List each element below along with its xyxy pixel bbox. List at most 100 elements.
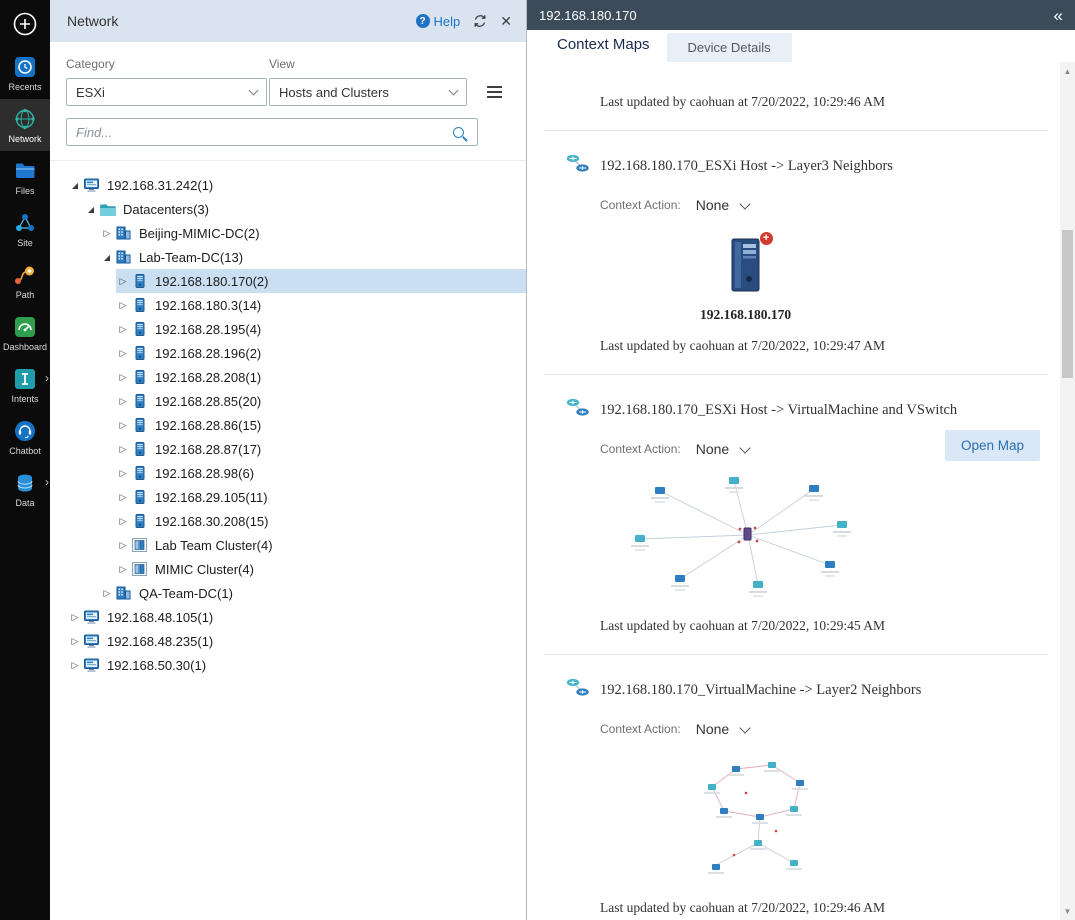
- expand-toggle-icon[interactable]: ▷: [116, 492, 130, 503]
- tree-node[interactable]: ▷192.168.28.87(17): [50, 437, 526, 461]
- collapse-toggle-icon[interactable]: ◢: [84, 205, 98, 214]
- menu-icon[interactable]: [487, 86, 502, 98]
- expand-toggle-icon[interactable]: ▷: [116, 564, 130, 575]
- tree-node[interactable]: ▷ 192.168.28.208(1): [50, 365, 526, 389]
- rail-item-intents[interactable]: Intents›: [0, 359, 50, 411]
- tree-node[interactable]: ▷ 192.168.180.3(14): [50, 293, 526, 317]
- find-input[interactable]: [76, 125, 453, 140]
- expand-toggle-icon[interactable]: ▷: [68, 636, 82, 647]
- collapse-toggle-icon[interactable]: ◢: [68, 181, 82, 190]
- help-link[interactable]: ? Help: [416, 14, 461, 29]
- expand-toggle-icon[interactable]: ▷: [116, 444, 130, 455]
- data-icon: [14, 471, 36, 495]
- rail-item-dashboard[interactable]: Dashboard: [0, 307, 50, 359]
- help-icon: ?: [416, 14, 430, 28]
- tree-node[interactable]: ▷ 192.168.28.86(15): [50, 413, 526, 437]
- last-updated-text: Last updated by caohuan at 7/20/2022, 10…: [600, 338, 1060, 354]
- tree-node-label: 192.168.28.86(15): [155, 418, 261, 433]
- rail-item-site[interactable]: Site: [0, 203, 50, 255]
- tree-node[interactable]: ▷192.168.28.195(4): [50, 317, 526, 341]
- scroll-down-icon[interactable]: ▼: [1060, 904, 1075, 918]
- rail-item-network[interactable]: Network: [0, 99, 50, 151]
- tree-node[interactable]: ◢Lab-Team-DC(13): [50, 245, 526, 269]
- rail-item-path[interactable]: Path: [0, 255, 50, 307]
- expand-toggle-icon[interactable]: ▷: [116, 300, 130, 311]
- rail-item-new[interactable]: [0, 0, 50, 47]
- context-action-label: Context Action:: [600, 722, 681, 736]
- tree-node[interactable]: ▷192.168.28.85(20): [50, 389, 526, 413]
- expand-toggle-icon[interactable]: ▷: [116, 516, 130, 527]
- search-icon[interactable]: [453, 127, 464, 138]
- chevron-down-icon[interactable]: [740, 722, 751, 733]
- site-icon: [14, 211, 36, 235]
- last-updated-text: Last updated by caohuan at 7/20/2022, 10…: [600, 900, 1060, 916]
- tree-node[interactable]: ▷192.168.180.170(2): [50, 269, 526, 293]
- tree-node[interactable]: ▷ 192.168.29.105(11): [50, 485, 526, 509]
- expand-toggle-icon[interactable]: ▷: [116, 540, 130, 551]
- vertical-scrollbar[interactable]: ▲ ▼: [1060, 62, 1075, 920]
- view-value: Hosts and Clusters: [279, 85, 389, 100]
- cluster-icon: [130, 562, 149, 576]
- context-maps-scroll: Last updated by caohuan at 7/20/2022, 10…: [527, 62, 1060, 920]
- expand-toggle-icon[interactable]: ▷: [100, 588, 114, 599]
- dashboard-icon: [14, 315, 36, 339]
- scroll-up-icon[interactable]: ▲: [1060, 64, 1075, 78]
- tab-context-maps[interactable]: Context Maps: [540, 36, 667, 62]
- tree-node[interactable]: ▷ MIMIC Cluster(4): [50, 557, 526, 581]
- close-icon[interactable]: ✕: [500, 13, 512, 30]
- expand-toggle-icon[interactable]: ▷: [116, 348, 130, 359]
- tree-node-label: 192.168.29.105(11): [155, 490, 268, 505]
- expand-toggle-icon[interactable]: ▷: [100, 228, 114, 239]
- map-thumbnail[interactable]: [636, 751, 1060, 886]
- rail-item-recents[interactable]: Recents: [0, 47, 50, 99]
- rail-item-chatbot[interactable]: Chatbot: [0, 411, 50, 463]
- host-icon: [130, 514, 149, 528]
- expand-toggle-icon[interactable]: ▷: [116, 420, 130, 431]
- context-map-card: 192.168.180.170_ESXi Host -> Layer3 Neig…: [545, 131, 1060, 354]
- view-select[interactable]: Hosts and Clusters: [269, 78, 467, 106]
- context-action-value[interactable]: None: [696, 197, 729, 213]
- datacenter-icon: [114, 250, 133, 264]
- chevron-down-icon[interactable]: [740, 198, 751, 209]
- expand-toggle-icon[interactable]: ▷: [116, 396, 130, 407]
- map-title: 192.168.180.170_VirtualMachine -> Layer2…: [600, 682, 1060, 699]
- tree-node[interactable]: ▷QA-Team-DC(1): [50, 581, 526, 605]
- tab-device-details[interactable]: Device Details: [667, 33, 792, 62]
- tree-node-label: MIMIC Cluster(4): [155, 562, 254, 577]
- tree-node[interactable]: ◢192.168.31.242(1): [50, 173, 526, 197]
- tree-node[interactable]: ▷Lab Team Cluster(4): [50, 533, 526, 557]
- collapse-toggle-icon[interactable]: ◢: [100, 253, 114, 262]
- scrollbar-thumb[interactable]: [1062, 230, 1073, 378]
- expand-toggle-icon[interactable]: ▷: [116, 372, 130, 383]
- collapse-panel-icon[interactable]: «: [1054, 7, 1063, 24]
- tree-node[interactable]: ▷192.168.28.196(2): [50, 341, 526, 365]
- tree-node[interactable]: ▷192.168.30.208(15): [50, 509, 526, 533]
- vcenter-icon: [82, 610, 101, 625]
- rail-item-files[interactable]: Files: [0, 151, 50, 203]
- refresh-icon[interactable]: [473, 14, 487, 28]
- recents-icon: [14, 55, 36, 79]
- tree-node-label: 192.168.28.208(1): [155, 370, 261, 385]
- expand-toggle-icon[interactable]: ▷: [116, 324, 130, 335]
- expand-toggle-icon[interactable]: ▷: [116, 468, 130, 479]
- tree-node[interactable]: ▷192.168.50.30(1): [50, 653, 526, 677]
- rail-item-data[interactable]: Data›: [0, 463, 50, 515]
- expand-toggle-icon[interactable]: ▷: [68, 612, 82, 623]
- map-thumbnail[interactable]: [608, 471, 1060, 604]
- tree-node-label: 192.168.180.3(14): [155, 298, 261, 313]
- open-map-button[interactable]: Open Map: [945, 430, 1040, 461]
- tree-node[interactable]: ▷Beijing-MIMIC-DC(2): [50, 221, 526, 245]
- expand-toggle-icon[interactable]: ▷: [116, 276, 130, 287]
- context-action-value[interactable]: None: [696, 441, 729, 457]
- map-thumbnail[interactable]: +192.168.180.170: [700, 227, 791, 323]
- context-action-value[interactable]: None: [696, 721, 729, 737]
- tree-node[interactable]: ▷192.168.48.235(1): [50, 629, 526, 653]
- tree-node[interactable]: ◢ Datacenters(3): [50, 197, 526, 221]
- tree-node[interactable]: ▷192.168.28.98(6): [50, 461, 526, 485]
- tree-node[interactable]: ▷192.168.48.105(1): [50, 605, 526, 629]
- view-field: View Hosts and Clusters: [269, 57, 467, 106]
- expand-toggle-icon[interactable]: ▷: [68, 660, 82, 671]
- tree-node-label: Datacenters(3): [123, 202, 209, 217]
- chevron-down-icon[interactable]: [740, 442, 751, 453]
- category-select[interactable]: ESXi: [66, 78, 267, 106]
